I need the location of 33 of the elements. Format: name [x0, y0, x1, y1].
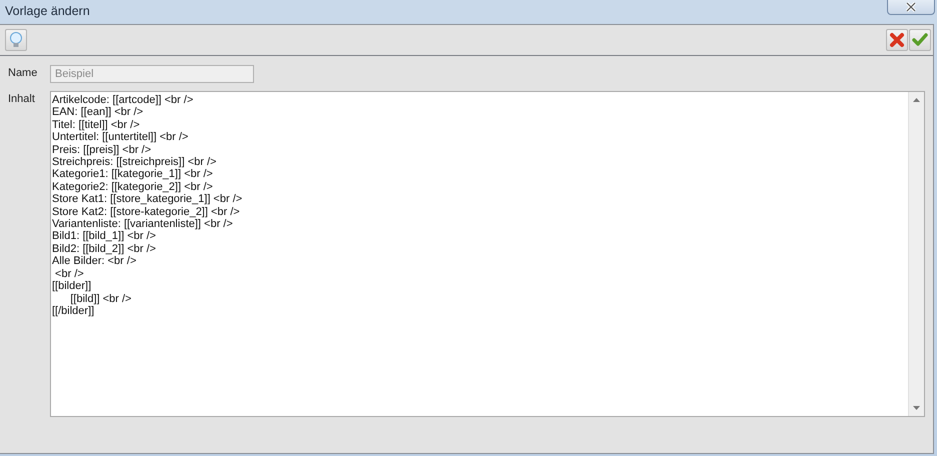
- close-icon: [889, 32, 905, 48]
- content-line: Untertitel: [[untertitel]] <br />: [52, 131, 188, 144]
- content-line: Streichpreis: [[streichpreis]] <br />: [52, 156, 216, 168]
- content-field[interactable]: [50, 91, 925, 417]
- content-line: Artikelcode: [[artcode]] <br />: [52, 94, 194, 106]
- content-line: EAN: [[ean]] <br />: [52, 106, 144, 119]
- content-line: [[bild]] <br />: [69, 292, 132, 305]
- scroll-down-icon: [913, 406, 920, 410]
- content-line: Kategorie2: [[kategorie_2]] <br />: [52, 180, 213, 194]
- content-line: Store Kat1: [[store_kategorie_1]] <br />: [52, 193, 242, 206]
- content-line: Kategorie1: [[kategorie_1]] <br />: [52, 168, 213, 181]
- content-line: Bild2: [[bild_2]] <br />: [52, 242, 156, 256]
- content-line: Bild1: [[bild_1]] <br />: [52, 230, 156, 243]
- content-line: Variantenliste: [[variantenliste]] <br />: [52, 218, 233, 230]
- checkmark-icon: [912, 32, 928, 48]
- lightbulb-icon: [9, 32, 23, 48]
- content-line: Alle Bilder: <br />: [52, 255, 136, 268]
- hint-button[interactable]: [5, 29, 27, 51]
- field-label: Inhalt: [8, 92, 36, 107]
- cancel-button[interactable]: [886, 29, 908, 51]
- content-line: Store Kat2: [[store-kategorie_2]] <br />: [52, 206, 240, 218]
- close-icon: [905, 2, 917, 12]
- confirm-button[interactable]: [909, 29, 931, 51]
- scroll-up-icon: [913, 98, 920, 102]
- scrollbar[interactable]: [908, 92, 924, 416]
- content-line: Titel: [[titel]] <br />: [52, 118, 140, 132]
- content-line: [[/bilder]]: [52, 304, 94, 318]
- content-line: Preis: [[preis]] <br />: [52, 144, 152, 156]
- window-title: Vorlage ändern: [5, 4, 90, 18]
- content-line: <br />: [54, 268, 84, 280]
- field-label: Name: [8, 66, 38, 81]
- close-button[interactable]: [887, 0, 935, 15]
- content-line: [[bilder]]: [52, 280, 92, 292]
